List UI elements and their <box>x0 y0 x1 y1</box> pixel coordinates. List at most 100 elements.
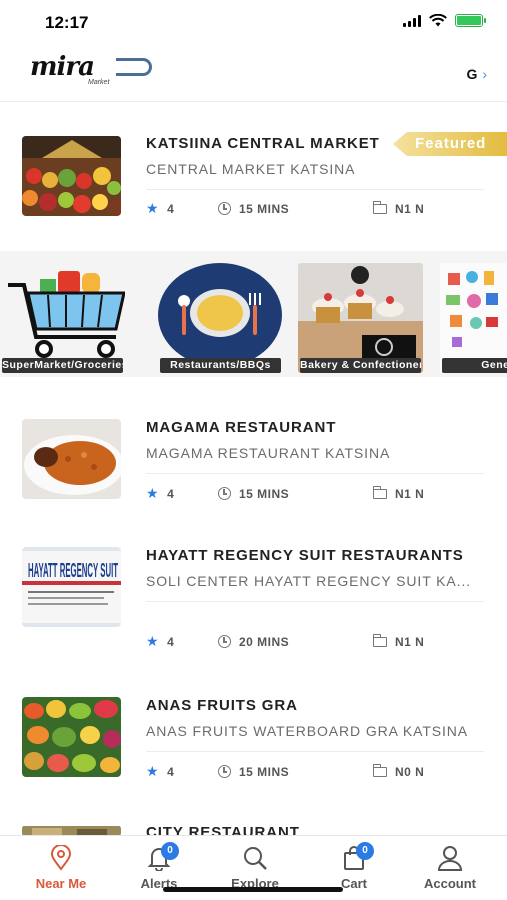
tab-near-me[interactable]: Near Me <box>11 844 111 891</box>
store-title: ANAS FRUITS GRA <box>146 697 298 714</box>
chevron-right-icon: › <box>482 66 487 82</box>
fee-icon <box>372 633 387 647</box>
bell-icon: 0 <box>109 842 209 872</box>
language-selector[interactable]: G › <box>466 66 487 82</box>
status-time: 12:17 <box>45 13 89 32</box>
star-icon: ★ <box>146 763 160 779</box>
star-icon: ★ <box>146 200 160 216</box>
store-info: HAYATT REGENCY SUIT RESTAURANTS SOLI CEN… <box>146 545 487 602</box>
clock-icon <box>218 487 231 500</box>
store-meta: ★ 4 15 MINS N0 N <box>146 763 424 780</box>
tab-explore[interactable]: Explore <box>205 844 305 891</box>
store-card-anas-fruits[interactable]: ANAS FRUITS GRA ANAS FRUITS WATERBOARD G… <box>0 667 507 797</box>
wifi-icon <box>429 14 447 27</box>
status-icons <box>403 14 486 27</box>
tab-alerts[interactable]: 0 Alerts <box>109 842 209 891</box>
store-thumbnail <box>22 419 121 499</box>
cart-badge: 0 <box>356 842 374 860</box>
divider <box>146 473 484 474</box>
home-indicator[interactable] <box>163 887 343 892</box>
category-carousel[interactable]: SuperMarket/Groceries Restaurants/BBQs B… <box>0 251 507 377</box>
store-card-magama-restaurant[interactable]: MAGAMA RESTAURANT MAGAMA RESTAURANT KATS… <box>0 377 507 517</box>
store-card-katsina-central-market[interactable]: Featured KATSIINA CENTRAL MARKET CENTRAL… <box>0 103 507 251</box>
category-label: SuperMarket/Groceries <box>2 358 123 373</box>
location-pin-icon <box>11 844 111 872</box>
rating-value: 4 <box>167 764 175 779</box>
star-icon: ★ <box>146 633 160 649</box>
store-meta: ★ 4 20 MINS N1 N <box>146 633 424 650</box>
fee-icon <box>372 485 387 499</box>
store-title: MAGAMA RESTAURANT <box>146 419 337 436</box>
signal-icon <box>403 14 421 27</box>
divider <box>146 189 484 190</box>
store-thumbnail <box>22 825 121 835</box>
general-goods-icon <box>440 263 507 373</box>
store-title: HAYATT REGENCY SUIT RESTAURANTS <box>146 547 464 564</box>
sign-text: HAYATT REGENCY SUIT <box>28 560 118 582</box>
store-info: KATSIINA CENTRAL MARKET CENTRAL MARKET K… <box>146 133 487 190</box>
clock-icon <box>218 765 231 778</box>
store-list[interactable]: Featured KATSIINA CENTRAL MARKET CENTRAL… <box>0 103 507 835</box>
tab-cart[interactable]: 0 Cart <box>304 842 404 891</box>
delivery-time: 15 MINS <box>239 486 290 501</box>
store-address: SOLI CENTER HAYATT REGENCY SUIT KA... <box>146 573 472 589</box>
clock-icon <box>218 635 231 648</box>
delivery-time: 20 MINS <box>239 634 290 649</box>
divider <box>146 751 484 752</box>
divider <box>146 601 484 602</box>
rating-value: 4 <box>167 201 175 216</box>
app-header: mira Market G › <box>0 44 507 102</box>
store-title: KATSIINA CENTRAL MARKET <box>146 135 380 152</box>
tab-account[interactable]: Account <box>400 844 500 891</box>
search-icon <box>205 844 305 872</box>
alerts-badge: 0 <box>161 842 179 860</box>
mira-market-logo[interactable]: mira Market <box>30 52 152 86</box>
category-label: Bakery & Confectionery <box>300 358 421 373</box>
cupcake-icon <box>298 263 423 373</box>
store-address: ANAS FRUITS WATERBOARD GRA KATSINA <box>146 723 469 739</box>
delivery-fee: N1 N <box>395 201 425 216</box>
star-icon: ★ <box>146 485 160 501</box>
category-supermarket[interactable]: SuperMarket/Groceries <box>0 263 125 373</box>
store-thumbnail <box>22 136 121 216</box>
tab-label: Account <box>424 876 476 891</box>
store-card-hayatt-regency[interactable]: HAYATT REGENCY SUIT HAYATT REGENCY SUIT … <box>0 517 507 667</box>
store-thumbnail <box>22 697 121 777</box>
tab-label: Near Me <box>35 876 87 891</box>
delivery-time: 15 MINS <box>239 201 290 216</box>
shopping-cart-icon <box>0 263 125 373</box>
store-meta: ★ 4 15 MINS N1 N <box>146 200 424 217</box>
fee-icon <box>372 200 387 214</box>
status-bar: 12:17 <box>0 0 507 44</box>
logo-text: mira <box>30 52 95 82</box>
shopping-bag-icon: 0 <box>304 842 404 872</box>
plate-cutlery-icon <box>158 263 283 373</box>
rating-value: 4 <box>167 486 175 501</box>
user-icon <box>400 844 500 872</box>
store-address: CENTRAL MARKET KATSINA <box>146 161 356 177</box>
delivery-fee: N0 N <box>395 764 425 779</box>
clock-icon <box>218 202 231 215</box>
store-address: MAGAMA RESTAURANT KATSINA <box>146 445 391 461</box>
delivery-fee: N1 N <box>395 486 425 501</box>
store-info: ANAS FRUITS GRA ANAS FRUITS WATERBOARD G… <box>146 695 487 752</box>
category-general[interactable]: General <box>440 263 507 373</box>
battery-icon <box>455 14 486 27</box>
store-card-city-restaurant[interactable]: CITY RESTAURANT <box>0 797 507 835</box>
delivery-fee: N1 N <box>395 634 425 649</box>
category-label: Restaurants/BBQs <box>160 358 281 373</box>
delivery-time: 15 MINS <box>239 764 290 779</box>
fee-icon <box>372 763 387 777</box>
store-thumbnail: HAYATT REGENCY SUIT <box>22 547 121 627</box>
store-info: MAGAMA RESTAURANT MAGAMA RESTAURANT KATS… <box>146 417 487 474</box>
language-label: G <box>466 66 478 82</box>
logo-subtext: Market <box>88 79 110 86</box>
category-bakery[interactable]: Bakery & Confectionery <box>298 263 423 373</box>
logo-accent <box>116 58 152 76</box>
store-title: CITY RESTAURANT <box>146 824 300 835</box>
category-label: General <box>442 358 507 373</box>
rating-value: 4 <box>167 634 175 649</box>
store-meta: ★ 4 15 MINS N1 N <box>146 485 424 502</box>
store-info: CITY RESTAURANT <box>146 822 487 835</box>
category-restaurants[interactable]: Restaurants/BBQs <box>158 263 283 373</box>
